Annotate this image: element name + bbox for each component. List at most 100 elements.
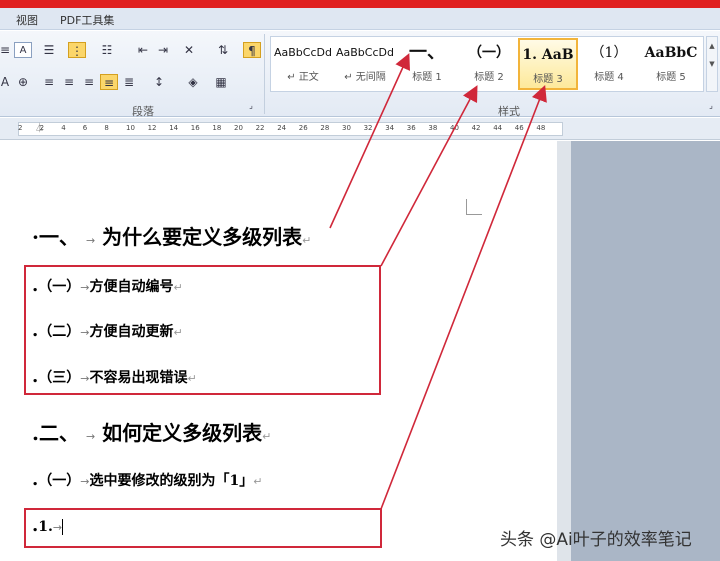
align-left-icon[interactable]: ≡ [40,74,58,90]
ruler-tick-label: 42 [471,124,481,132]
ruler-tick-label: 8 [104,124,109,132]
paragraph-mark: ↵ [262,430,272,443]
ruler-tick-label: 12 [147,124,157,132]
ruler-tick-label: 2 [39,124,45,132]
tab-mark: → [80,475,90,488]
paragraph-mark: ↵ [253,475,263,488]
ruler-tick-label: 28 [320,124,330,132]
heading-number: .二、 [32,421,79,445]
ruler-tick-label: 14 [169,124,179,132]
bullets-icon[interactable]: ☰ [40,42,58,58]
align-right-icon[interactable]: ≡ [80,74,98,90]
paragraph-mark: ↵ [302,234,312,247]
ruler-tick-label: 40 [450,124,459,132]
style-heading-1[interactable]: 一、 标题 1 [397,38,457,90]
paragraph-dialog-launcher-icon[interactable]: ⌟ [246,101,256,111]
ruler-tick-label: 16 [190,124,200,132]
menu-view[interactable]: 视图 [16,12,38,28]
ruler-tick-label: 48 [536,124,546,132]
style-preview: 1. AaB [522,47,574,63]
style-heading-3[interactable]: 1. AaB 标题 3 [518,38,578,90]
style-name: ↵ 无间隔 [344,72,386,83]
change-case-icon[interactable]: ≡ [0,42,14,58]
heading-1-why[interactable]: ·一、 → 为什么要定义多级列表↵ [32,221,311,250]
watermark-text: 头条 @Ai叶子的效率笔记 [500,530,692,550]
style-heading-5[interactable]: AaBbC 标题 5 [641,38,701,90]
heading-number: ·一、 [32,225,79,249]
borders-icon[interactable]: ▦ [212,74,230,90]
styles-group-label: 样式 [498,105,520,118]
ruler-tick-label: 6 [82,124,88,132]
decrease-indent-icon[interactable]: ⇤ [134,42,152,58]
styles-dialog-launcher-icon[interactable]: ⌟ [706,101,716,111]
ruler-track [18,122,563,136]
distribute-icon[interactable]: ≣ [120,74,138,90]
horizontal-ruler[interactable]: ⏃ 2 2 4 6 8 10 12 14 16 18 20 22 24 26 28 30 32 34 36 38 40 4… [0,118,720,140]
style-heading-4[interactable]: （1） 标题 4 [579,38,639,90]
line-spacing-icon[interactable]: ↕ [150,74,168,90]
menu-bar: 视图 PDF工具集 [0,8,720,30]
char-border-icon[interactable]: A [14,42,32,58]
asian-layout-icon[interactable]: ✕ [180,42,198,58]
char-shading-icon[interactable]: ⊕ [14,74,32,90]
align-center-icon[interactable]: ≡ [60,74,78,90]
style-name: 标题 4 [594,72,624,83]
ruler-tick-label: 38 [428,124,438,132]
ruler-tick-label: 4 [61,124,66,132]
style-heading-2[interactable]: （一） 标题 2 [459,38,519,90]
increase-indent-icon[interactable]: ⇥ [154,42,172,58]
style-name: 标题 1 [412,72,442,83]
item-text: 选中要修改的级别为「1」 [89,473,254,489]
ruler-tick-label: 10 [126,124,135,132]
ruler-tick-label: 18 [212,124,222,132]
heading-text: 为什么要定义多级列表 [102,225,303,249]
numbering-icon[interactable]: ⋮ [68,42,86,58]
tab-mark: → [85,430,96,443]
show-marks-icon[interactable]: ¶ [243,42,261,58]
style-preview: AaBbCcDd [336,46,394,59]
heading-text: 如何定义多级列表 [102,421,263,445]
style-normal[interactable]: AaBbCcDd ↵ 正文 [273,38,333,90]
highlight-icon[interactable]: A [0,74,14,90]
style-preview: AaBbC [644,45,698,61]
multilevel-list-icon[interactable]: ☷ [98,42,116,58]
ruler-tick-label: 20 [234,124,243,132]
style-preview: （一） [468,45,510,61]
menu-pdf-tools[interactable]: PDF工具集 [60,12,114,28]
ruler-tick-label: 32 [363,124,373,132]
group-separator [264,34,265,114]
styles-gallery-scroll[interactable]: ▲ ▼ [706,36,718,92]
style-preview: AaBbCcDd [274,46,332,59]
justify-icon[interactable]: ≡ [100,74,118,90]
style-preview: （1） [590,45,628,61]
style-name: 标题 5 [656,72,686,83]
style-name: 标题 3 [533,74,563,85]
ruler-tick-label: 44 [493,124,503,132]
tab-mark: → [85,234,96,247]
ruler-tick-label: 46 [514,124,524,132]
style-name: ↵ 正文 [287,72,319,83]
paragraph-group-label: 段落 [132,105,154,118]
ruler-tick-label: 34 [385,124,395,132]
ruler-tick-label: 36 [406,124,416,132]
ruler-tick-label: 2 [18,124,23,132]
ribbon: ≡ A ☰ ⋮ ☷ ⇤ ⇥ ✕ ⇅ ¶ A ⊕ ≡ ≡ ≡ ≡ ≣ ↕ ◈ ▦ … [0,31,720,118]
sort-icon[interactable]: ⇅ [214,42,232,58]
page-crop-mark [466,199,482,215]
heading-1-how[interactable]: .二、 → 如何定义多级列表↵ [32,417,271,446]
ruler-tick-label: 22 [255,124,265,132]
style-name: 标题 2 [474,72,504,83]
ruler-tick-label: 26 [298,124,308,132]
title-bar [0,0,720,8]
ruler-tick-label: 24 [277,124,287,132]
style-no-spacing[interactable]: AaBbCcDd ↵ 无间隔 [335,38,395,90]
styles-gallery: AaBbCcDd ↵ 正文 AaBbCcDd ↵ 无间隔 一、 标题 1 （一）… [270,36,704,92]
ruler-tick-label: 30 [342,124,351,132]
vertical-scrollbar[interactable] [557,141,571,561]
style-preview: 一、 [409,42,445,63]
highlight-box-heading-3 [24,508,382,548]
heading-2-item-4[interactable]: .（一）→选中要修改的级别为「1」↵ [32,469,262,490]
shading-icon[interactable]: ◈ [184,74,202,90]
highlight-box-heading-2 [24,265,381,395]
item-number: （一） [38,473,81,489]
